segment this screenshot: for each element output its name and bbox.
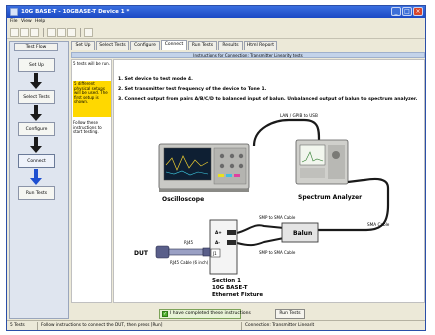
setup-highlight-note: 5 different physical setups will be used… bbox=[73, 81, 111, 117]
tests-count-note: 5 tests will be run. bbox=[73, 61, 110, 66]
maximize-button[interactable]: □ bbox=[402, 7, 412, 16]
checkmark-icon: ✓ bbox=[162, 311, 168, 317]
smp-sma-label-2: SMP to SMA Cable bbox=[259, 250, 296, 255]
completed-instructions-checkbox[interactable]: ✓ I have completed these instructions bbox=[159, 309, 251, 319]
sma-cable-label: SMA Cable bbox=[367, 222, 390, 227]
menu-file[interactable]: File bbox=[10, 19, 18, 24]
status-divider bbox=[37, 322, 38, 330]
smp-sma-cable-1 bbox=[236, 224, 285, 234]
follow-note: Follow these instructions to start testi… bbox=[73, 120, 102, 135]
cut-icon[interactable] bbox=[47, 28, 56, 37]
rj45-label: RJ45 bbox=[184, 240, 194, 245]
tab-run-tests[interactable]: Run Tests bbox=[188, 41, 217, 50]
test-flow-header: Test Flow bbox=[14, 43, 58, 51]
checkbox-label: I have completed these instructions bbox=[170, 311, 251, 316]
lan-label: LAN / GPIB to USB bbox=[280, 113, 318, 118]
new-file-icon[interactable] bbox=[10, 28, 19, 37]
step-configure[interactable]: Configure bbox=[18, 122, 55, 136]
minimize-button[interactable]: _ bbox=[391, 7, 401, 16]
status-test-count: 5 Tests bbox=[10, 323, 25, 328]
rj45-cable bbox=[155, 245, 211, 259]
toolbar bbox=[7, 26, 425, 39]
tab-html-report[interactable]: Html Report bbox=[244, 41, 277, 50]
save-icon[interactable] bbox=[30, 28, 39, 37]
tab-select-tests[interactable]: Select Tests bbox=[96, 41, 129, 50]
step-connect[interactable]: Connect bbox=[18, 154, 55, 168]
window-title: 10G BASE-T - 10GBASE-T Device 1 * bbox=[21, 9, 130, 15]
step-set-up[interactable]: Set Up bbox=[18, 58, 55, 72]
smp-sma-label-1: SMP to SMA Cable bbox=[259, 215, 296, 220]
print-icon[interactable] bbox=[84, 28, 93, 37]
notes-panel: 5 tests will be run. 5 different physica… bbox=[71, 59, 112, 303]
oscilloscope-image bbox=[158, 143, 250, 192]
dut-label: DUT bbox=[134, 250, 149, 257]
close-button[interactable]: × bbox=[413, 7, 423, 16]
menu-help[interactable]: Help bbox=[35, 19, 45, 24]
app-icon bbox=[10, 8, 18, 16]
smp-sma-cable-2 bbox=[236, 237, 285, 247]
a-minus-label: A- bbox=[215, 240, 220, 245]
tab-bar: Set Up Select Tests Configure Connect Ru… bbox=[71, 40, 425, 50]
run-tests-button[interactable]: Run Tests bbox=[275, 309, 305, 319]
step-run-tests[interactable]: Run Tests bbox=[18, 186, 55, 200]
balun-label: Balun bbox=[293, 230, 312, 237]
paste-icon[interactable] bbox=[67, 28, 76, 37]
bottom-bar: ✓ I have completed these instructions Ru… bbox=[71, 308, 425, 320]
step-select-tests[interactable]: Select Tests bbox=[18, 90, 55, 104]
test-flow-panel: Test Flow Set Up Select Tests Configure … bbox=[9, 41, 69, 319]
status-divider bbox=[241, 322, 242, 330]
down-arrow-icon bbox=[30, 105, 42, 121]
tab-set-up[interactable]: Set Up bbox=[71, 41, 95, 50]
fixture-line-1: Section 1 bbox=[212, 278, 241, 284]
fixture-line-2: 10G BASE-T bbox=[212, 285, 248, 291]
tab-connect[interactable]: Connect bbox=[161, 40, 187, 50]
down-arrow-icon bbox=[30, 137, 42, 153]
menu-view[interactable]: View bbox=[21, 19, 32, 24]
a-plus-label: A+ bbox=[215, 230, 222, 235]
spectrum-analyzer-label: Spectrum Analyzer bbox=[298, 194, 362, 201]
down-arrow-icon bbox=[30, 169, 42, 185]
status-connection: Connection: Transmitter Linearit bbox=[245, 323, 315, 328]
rj45-cable-label: RJ45 Cable (6 inch) bbox=[170, 260, 209, 265]
j1-label: J1 bbox=[212, 251, 217, 256]
ethernet-fixture bbox=[209, 219, 238, 275]
connection-diagram: LAN / GPIB to USB Oscilloscope Spectrum … bbox=[134, 113, 390, 298]
spectrum-analyzer-image bbox=[295, 139, 349, 185]
toolbar-divider bbox=[80, 28, 81, 37]
menu-bar: File View Help bbox=[7, 18, 425, 26]
instructions-panel: 1. Set device to test mode 4. 2. Set tra… bbox=[113, 59, 425, 303]
down-arrow-icon bbox=[30, 73, 42, 89]
instructions-header: Instructions for Connection: Transmitter… bbox=[71, 52, 425, 58]
fixture-line-3: Ethernet Fixture bbox=[212, 292, 263, 298]
title-bar: 10G BASE-T - 10GBASE-T Device 1 * _ □ × bbox=[7, 6, 425, 18]
copy-icon[interactable] bbox=[57, 28, 66, 37]
oscilloscope-label: Oscilloscope bbox=[162, 196, 204, 203]
status-bar: 5 Tests Follow instructions to connect t… bbox=[7, 320, 425, 330]
tab-results[interactable]: Results bbox=[218, 41, 243, 50]
app-window: 10G BASE-T - 10GBASE-T Device 1 * _ □ × … bbox=[6, 5, 426, 331]
open-folder-icon[interactable] bbox=[20, 28, 29, 37]
status-message: Follow instructions to connect the DUT, … bbox=[41, 323, 163, 328]
tab-configure[interactable]: Configure bbox=[130, 41, 160, 50]
toolbar-divider bbox=[43, 28, 44, 37]
